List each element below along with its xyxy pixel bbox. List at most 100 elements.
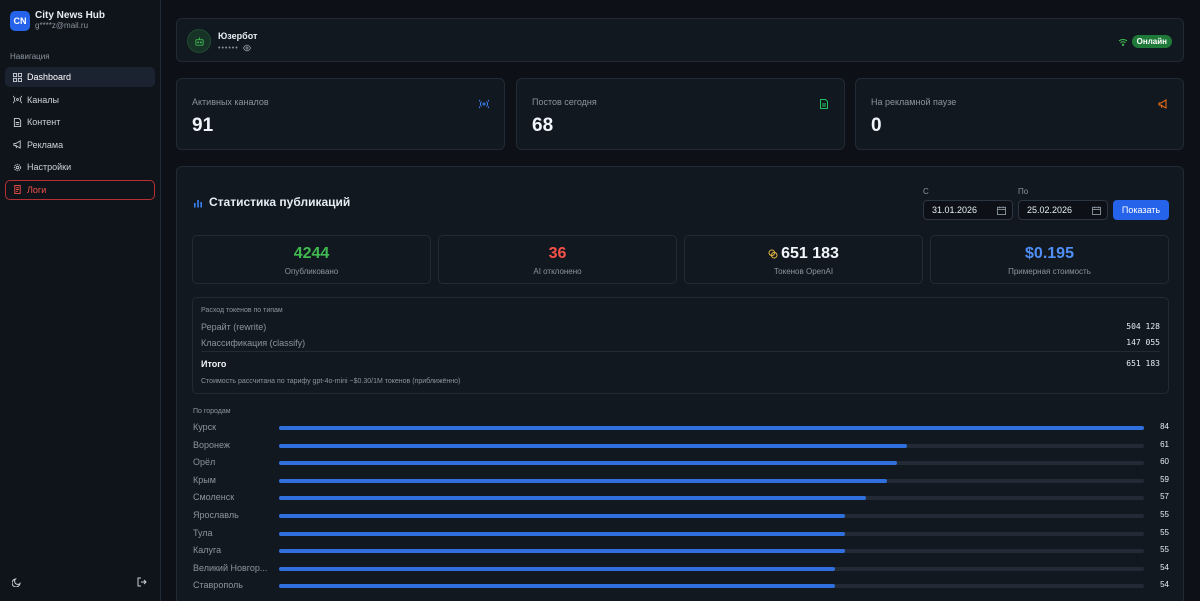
city-bar-track xyxy=(279,478,1144,483)
city-count: 54 xyxy=(1160,562,1169,572)
broadcast-icon xyxy=(477,98,491,109)
tokens-row-label: Рерайт (rewrite) xyxy=(201,322,267,332)
publications-panel: Статистика публикаций С 31.01.2026 По 25… xyxy=(176,166,1184,601)
tokens-row-value: 504 128 xyxy=(1126,322,1160,331)
city-bar-track xyxy=(279,566,1144,571)
stat-value: 91 xyxy=(192,115,214,136)
bot-status: Онлайн xyxy=(1118,35,1172,48)
city-bar xyxy=(279,461,897,466)
tokens-row-classify: Классификация (classify) 147 055 xyxy=(201,338,1160,348)
section-title-text: Статистика публикаций xyxy=(209,195,351,209)
city-row: Воронеж 61 xyxy=(193,439,1169,453)
sidebar-nav: Dashboard Каналы Контент Реклама Настрой… xyxy=(5,67,155,203)
city-row: Ставрополь 54 xyxy=(193,579,1169,593)
city-row: Тула 55 xyxy=(193,527,1169,541)
stat-label: Активных каналов xyxy=(192,97,269,107)
calendar-icon[interactable] xyxy=(997,206,1006,215)
nav-heading: Навигация xyxy=(10,52,50,61)
logout-icon[interactable] xyxy=(137,576,147,587)
grid-icon xyxy=(12,72,22,82)
city-bar xyxy=(279,514,845,518)
tokens-row-rewrite: Рерайт (rewrite) 504 128 xyxy=(201,322,1160,332)
city-bar-track xyxy=(279,496,1144,501)
bot-masked-id: •••••• xyxy=(218,44,251,52)
sidebar-item-label: Настройки xyxy=(27,162,72,173)
metric-value: 4244 xyxy=(293,245,330,262)
metric-label: Примерная стоимость xyxy=(1008,267,1091,276)
stat-card-posts-today: Постов сегодня 68 xyxy=(516,78,845,150)
metric-value-wrap: 651 183 xyxy=(685,245,922,263)
brand: CN City News Hub g****z@mail.ru xyxy=(10,10,105,31)
city-row: Великий Новгор... 54 xyxy=(193,562,1169,576)
tokens-breakdown: Расход токенов по типам Рерайт (rewrite)… xyxy=(192,297,1169,394)
bot-card: Юзербот •••••• Онлайн xyxy=(176,18,1184,62)
coins-icon xyxy=(768,249,778,259)
city-bar xyxy=(279,478,887,483)
tokens-breakdown-title: Расход токенов по типам xyxy=(201,307,283,314)
bar-chart-icon xyxy=(193,197,203,208)
city-name: Тула xyxy=(193,527,213,538)
eye-icon[interactable] xyxy=(242,44,251,52)
metric-ai-rejected: 36 AI отклонено xyxy=(438,235,677,284)
city-name: Калуга xyxy=(193,545,222,556)
city-bar-track xyxy=(279,426,1144,430)
metric-label: Токенов OpenAI xyxy=(773,267,834,276)
city-bar xyxy=(279,531,845,536)
tokens-total-value: 651 183 xyxy=(1126,359,1160,368)
divider xyxy=(201,351,1160,352)
sidebar-item-label: Dashboard xyxy=(27,72,72,82)
sidebar-item-label: Каналы xyxy=(27,94,59,105)
tokens-row-total: Итого 651 183 xyxy=(201,359,1160,369)
city-bar-track xyxy=(279,461,1144,466)
city-bar xyxy=(279,496,866,501)
from-label: С xyxy=(923,187,929,196)
tokens-note: Стоимость рассчитана по тарифу gpt-4o-mi… xyxy=(201,378,461,385)
sidebar-item-settings[interactable]: Настройки xyxy=(5,157,155,177)
city-name: Великий Новгор... xyxy=(193,562,268,573)
from-date-value: 31.01.2026 xyxy=(932,205,978,215)
calendar-icon[interactable] xyxy=(1092,206,1101,215)
city-bar xyxy=(279,426,1144,430)
city-row: Смоленск 57 xyxy=(193,491,1169,505)
city-name: Орёл xyxy=(193,457,216,468)
city-bar xyxy=(279,443,907,448)
wifi-icon xyxy=(1118,37,1128,47)
metric-published: 4244 Опубликовано xyxy=(192,235,431,284)
metric-label: AI отклонено xyxy=(533,267,582,276)
user-email: g****z@mail.ru xyxy=(35,21,89,30)
city-count: 55 xyxy=(1160,545,1169,555)
sidebar-item-dashboard[interactable]: Dashboard xyxy=(5,67,155,87)
cities-title: По городам xyxy=(193,408,231,415)
to-date-input[interactable]: 25.02.2026 xyxy=(1018,200,1108,220)
city-count: 55 xyxy=(1160,510,1169,519)
from-date-input[interactable]: 31.01.2026 xyxy=(923,200,1013,220)
gear-icon xyxy=(12,162,22,172)
moon-icon[interactable] xyxy=(11,576,22,588)
tokens-total-label: Итого xyxy=(201,359,227,369)
metric-value: $0.195 xyxy=(1025,245,1074,262)
city-bar-track xyxy=(279,514,1144,518)
city-name: Ярославль xyxy=(193,510,239,520)
metric-value: 651 183 xyxy=(781,245,839,262)
city-row: Крым 59 xyxy=(193,474,1169,488)
city-bar-track xyxy=(279,584,1144,589)
to-date-value: 25.02.2026 xyxy=(1027,205,1073,215)
bot-icon xyxy=(187,29,211,53)
bot-masked-text: •••••• xyxy=(218,44,239,52)
sidebar-item-ads[interactable]: Реклама xyxy=(5,135,155,155)
city-row: Калуга 55 xyxy=(193,544,1169,558)
sidebar-item-channels[interactable]: Каналы xyxy=(5,90,155,110)
stat-card-active-channels: Активных каналов 91 xyxy=(176,78,505,150)
metric-tokens: 651 183 Токенов OpenAI xyxy=(684,235,923,284)
log-icon xyxy=(12,185,22,195)
show-button[interactable]: Показать xyxy=(1113,200,1169,220)
metric-label: Опубликовано xyxy=(284,267,339,276)
sidebar-item-logs[interactable]: Логи xyxy=(5,179,155,200)
city-row: Ярославль 55 xyxy=(193,509,1169,523)
megaphone-icon xyxy=(12,140,22,150)
stat-value: 0 xyxy=(871,115,882,136)
city-bar-track xyxy=(279,531,1144,536)
sidebar-item-content[interactable]: Контент xyxy=(5,112,155,132)
city-count: 84 xyxy=(1160,422,1169,431)
city-bar xyxy=(279,584,835,589)
